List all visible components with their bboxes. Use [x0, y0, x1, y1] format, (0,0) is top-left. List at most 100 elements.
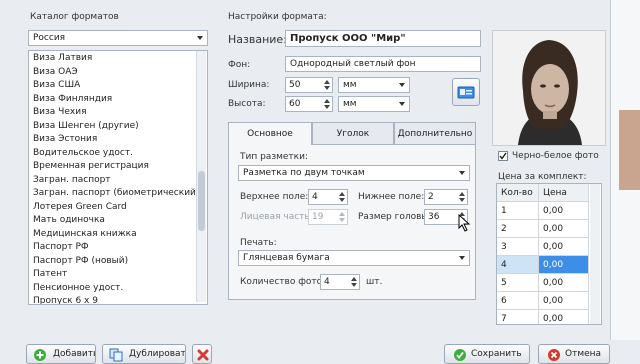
price-row-count[interactable]: 1: [497, 202, 539, 220]
stepper-up-icon[interactable]: [324, 99, 330, 103]
list-item[interactable]: Пропуск 6 x 9: [29, 295, 207, 304]
height-unit-select[interactable]: мм: [338, 96, 410, 112]
list-item[interactable]: Загран. паспорт: [29, 174, 207, 188]
stepper-down-icon[interactable]: [324, 86, 330, 90]
list-item[interactable]: Виза Шенген (другие): [29, 120, 207, 134]
list-item[interactable]: Лотерея Green Card: [29, 201, 207, 215]
photo-preview: [492, 30, 606, 146]
list-scrollbar-thumb[interactable]: [198, 171, 205, 231]
width-label: Ширина:: [228, 80, 270, 90]
stepper-up-icon[interactable]: [339, 212, 345, 216]
tab-additional[interactable]: Дополнительно: [394, 122, 476, 144]
tab-corner[interactable]: Уголок: [312, 122, 394, 144]
list-item[interactable]: Пенсионное удост.: [29, 282, 207, 296]
price-grid[interactable]: Кол-во Цена 1 0,00 2 0,00 3 0,00 4 0,00 5 0,00 6 0,…: [496, 183, 602, 325]
markup-type-value: Разметка по двум точкам: [243, 168, 365, 178]
price-title: Цена за комплект:: [498, 172, 587, 182]
top-margin-label: Верхнее поле:: [240, 192, 309, 202]
save-button[interactable]: Сохранить: [444, 344, 530, 364]
price-row-price[interactable]: 0,00: [539, 202, 589, 220]
list-item[interactable]: Паспорт РФ: [29, 241, 207, 255]
chevron-down-icon: [399, 83, 405, 87]
list-item[interactable]: Виза Финляндия: [29, 93, 207, 107]
chevron-down-icon: [459, 171, 465, 175]
top-margin-stepper[interactable]: 4: [308, 189, 348, 205]
portrait-image: [493, 31, 605, 145]
name-label: Название:: [228, 33, 287, 46]
price-row-count[interactable]: 7: [497, 310, 539, 324]
cancel-button[interactable]: Отмена: [538, 344, 610, 364]
height-label: Высота:: [228, 99, 266, 109]
chevron-down-icon: [399, 102, 405, 106]
bw-photo-label: Черно-белое фото: [512, 151, 599, 161]
price-row-count[interactable]: 3: [497, 238, 539, 256]
bottom-margin-stepper[interactable]: 2: [424, 189, 468, 205]
price-col-price-header: Цена: [539, 184, 589, 202]
background-field[interactable]: Однородный светлый фон: [285, 56, 481, 72]
list-item[interactable]: Паспорт РФ (новый): [29, 255, 207, 269]
face-part-stepper[interactable]: 19: [308, 209, 348, 225]
price-col-count-header: Кол-во: [497, 184, 539, 202]
photo-count-stepper[interactable]: 4: [320, 274, 360, 290]
stepper-up-icon[interactable]: [351, 277, 357, 281]
list-scrollbar[interactable]: [196, 51, 206, 302]
list-item[interactable]: Водительское удост.: [29, 147, 207, 161]
country-select-value: Россия: [33, 33, 66, 43]
list-item[interactable]: Мать одиночка: [29, 214, 207, 228]
list-item[interactable]: Виза Эстония: [29, 133, 207, 147]
list-item[interactable]: Виза США: [29, 79, 207, 93]
country-select[interactable]: Россия: [28, 30, 208, 46]
price-row-count[interactable]: 5: [497, 274, 539, 292]
price-row-price[interactable]: 0,00: [539, 238, 589, 256]
price-row-price[interactable]: 0,00: [539, 256, 589, 274]
list-item[interactable]: Временная регистрация: [29, 160, 207, 174]
head-size-value: 36: [428, 212, 440, 222]
print-value: Глянцевая бумага: [243, 253, 330, 263]
list-item[interactable]: Патент: [29, 268, 207, 282]
tab-main[interactable]: Основное: [228, 122, 312, 145]
width-stepper[interactable]: 50: [285, 77, 333, 93]
list-item[interactable]: Загран. паспорт (биометрический): [29, 187, 207, 201]
format-list[interactable]: Виза Латвия Виза ОАЭ Виза США Виза Финлянди…: [28, 50, 208, 305]
print-select[interactable]: Глянцевая бумага: [238, 250, 470, 266]
checkmark-icon: [499, 152, 507, 160]
price-row-count[interactable]: 4: [497, 256, 539, 274]
price-row-price[interactable]: 0,00: [539, 292, 589, 310]
grid-scrollbar[interactable]: [590, 184, 600, 324]
face-part-value: 19: [312, 212, 324, 222]
name-input[interactable]: Пропуск ООО "Мир": [285, 30, 481, 47]
stepper-down-icon[interactable]: [459, 198, 465, 202]
markup-type-select[interactable]: Разметка по двум точкам: [238, 165, 470, 181]
id-card-button[interactable]: [452, 78, 480, 106]
bw-photo-checkbox[interactable]: [498, 151, 508, 161]
price-row-count[interactable]: 2: [497, 220, 539, 238]
price-row-price[interactable]: 0,00: [539, 274, 589, 292]
cancel-button-label: Отмена: [565, 349, 602, 359]
list-item[interactable]: Виза Латвия: [29, 52, 207, 66]
price-row-count[interactable]: 6: [497, 292, 539, 310]
height-value: 60: [289, 99, 301, 109]
add-button[interactable]: Добавить: [26, 344, 96, 364]
stepper-down-icon[interactable]: [351, 283, 357, 287]
width-unit-select[interactable]: мм: [338, 77, 410, 93]
stepper-down-icon[interactable]: [339, 198, 345, 202]
top-margin-value: 4: [312, 192, 318, 202]
delete-button[interactable]: [192, 344, 212, 364]
settings-title: Настройки формата:: [228, 12, 327, 22]
price-row-price[interactable]: 0,00: [539, 220, 589, 238]
stepper-down-icon[interactable]: [324, 105, 330, 109]
stepper-up-icon[interactable]: [459, 192, 465, 196]
height-stepper[interactable]: 60: [285, 96, 333, 112]
stepper-up-icon[interactable]: [324, 80, 330, 84]
list-item[interactable]: Виза Чехия: [29, 106, 207, 120]
save-button-label: Сохранить: [471, 349, 522, 359]
stepper-up-icon[interactable]: [339, 192, 345, 196]
print-label: Печать:: [240, 238, 277, 248]
markup-type-label: Тип разметки:: [240, 152, 308, 162]
duplicate-button[interactable]: Дублировать: [102, 344, 186, 364]
stepper-down-icon[interactable]: [339, 218, 345, 222]
list-item[interactable]: Медицинская книжка: [29, 228, 207, 242]
list-item[interactable]: Виза ОАЭ: [29, 66, 207, 80]
price-row-price[interactable]: 0,00: [539, 310, 589, 324]
adjacent-photo: [619, 110, 640, 190]
